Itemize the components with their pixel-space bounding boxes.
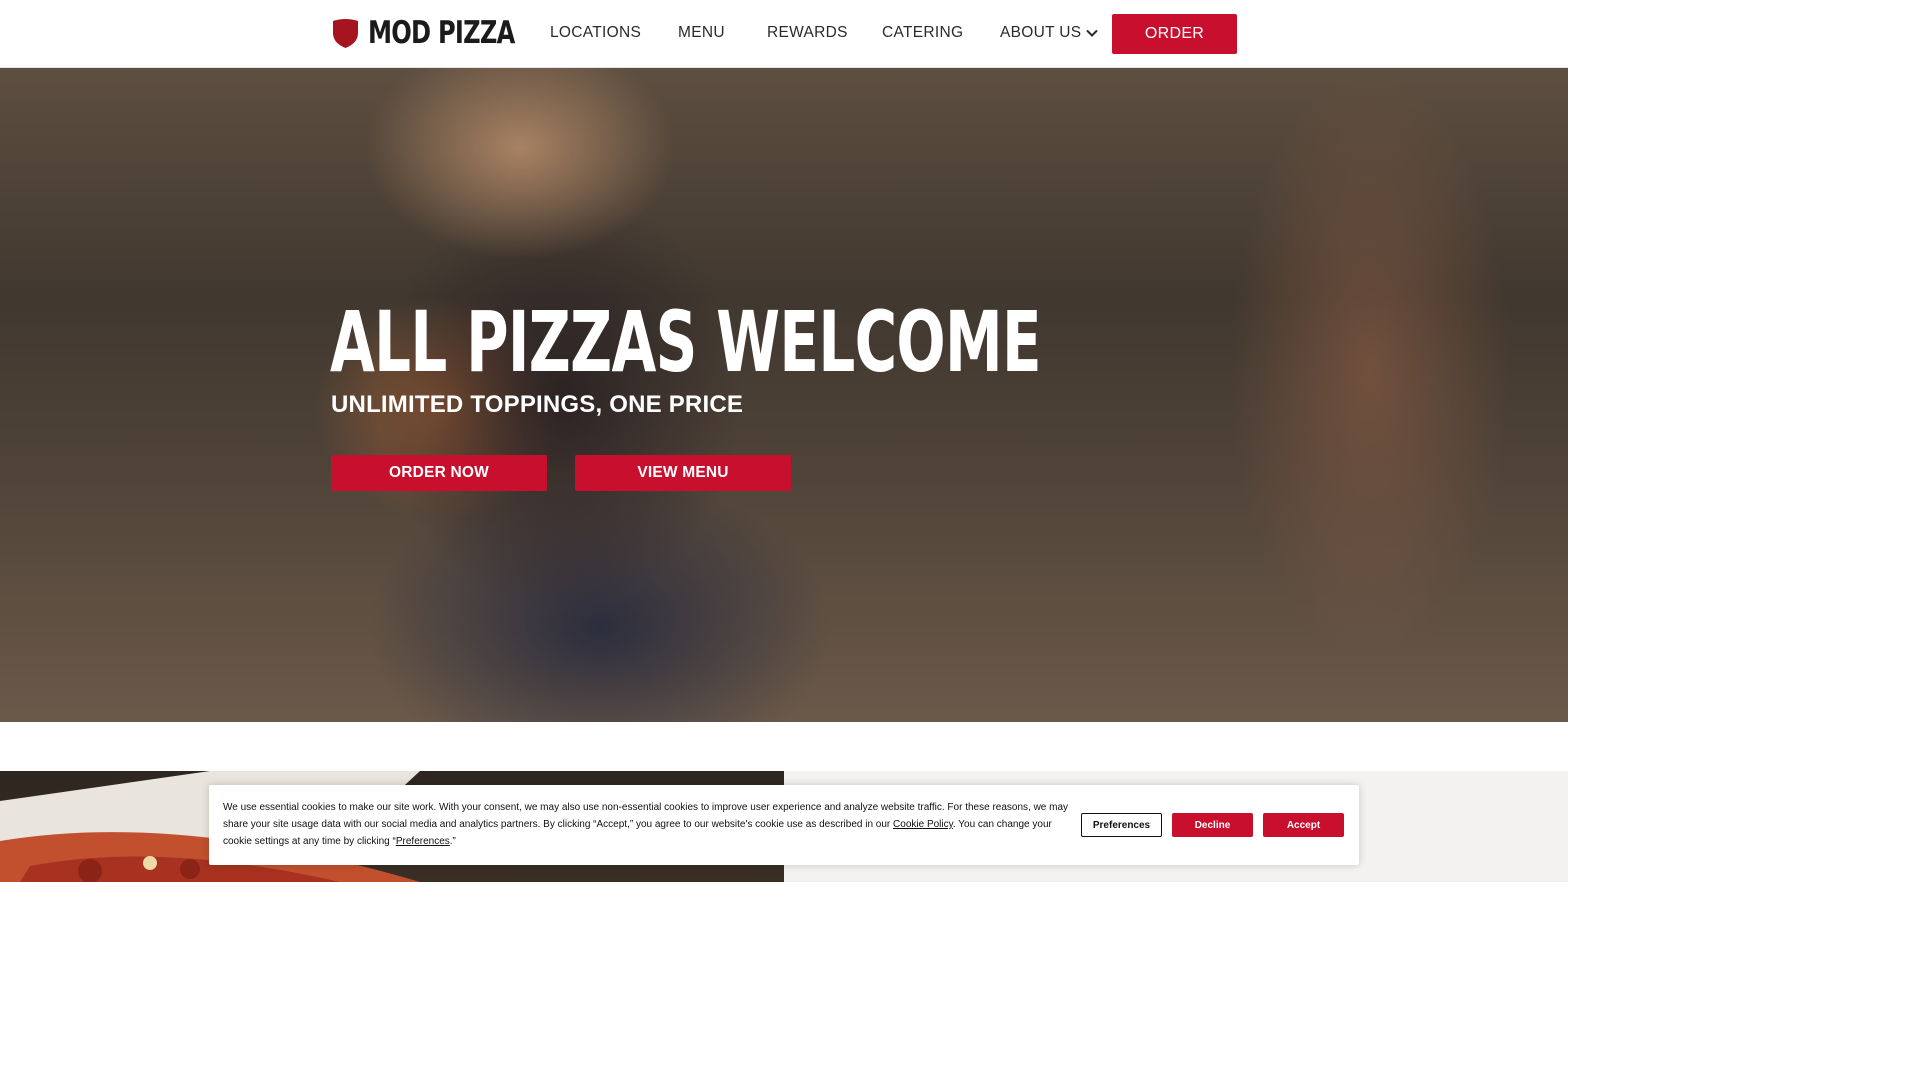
cookie-banner: We use essential cookies to make our sit…	[209, 785, 1359, 865]
site-header: MOD PIZZA LOCATIONS MENU REWARDS CATERIN…	[0, 0, 1568, 68]
order-now-button[interactable]: ORDER NOW	[331, 455, 547, 491]
cookie-text-part3: .”	[449, 836, 456, 847]
cookie-message: We use essential cookies to make our sit…	[223, 799, 1069, 850]
hero-image	[0, 68, 1568, 722]
shield-icon	[333, 18, 358, 48]
brand-name: MOD PIZZA	[368, 15, 515, 51]
chevron-down-icon	[1086, 29, 1099, 37]
header-order-button[interactable]: ORDER	[1112, 14, 1237, 54]
nav-locations[interactable]: LOCATIONS	[550, 24, 641, 42]
decline-button[interactable]: Decline	[1172, 813, 1253, 837]
nav-rewards[interactable]: REWARDS	[767, 24, 848, 42]
page: MOD PIZZA LOCATIONS MENU REWARDS CATERIN…	[0, 0, 1568, 882]
nav-catering[interactable]: CATERING	[882, 24, 963, 42]
preferences-link[interactable]: Preferences	[396, 836, 450, 847]
nav-menu[interactable]: MENU	[678, 24, 725, 42]
view-menu-button[interactable]: VIEW MENU	[575, 455, 791, 491]
hero-title: ALL PIZZAS WELCOME	[330, 293, 1042, 391]
nav-about-us-label: ABOUT US	[1000, 24, 1082, 41]
nav-about-us[interactable]: ABOUT US	[1000, 24, 1099, 42]
accept-button[interactable]: Accept	[1263, 813, 1344, 837]
mod-pizza-logo[interactable]: MOD PIZZA	[330, 15, 556, 51]
preferences-button[interactable]: Preferences	[1081, 813, 1162, 837]
hero-subtitle: UNLIMITED TOPPINGS, ONE PRICE	[331, 391, 744, 418]
hero-banner: ALL PIZZAS WELCOME UNLIMITED TOPPINGS, O…	[0, 68, 1568, 722]
promo-heading-partial	[1064, 871, 1194, 882]
cookie-policy-link[interactable]: Cookie Policy	[893, 819, 953, 830]
